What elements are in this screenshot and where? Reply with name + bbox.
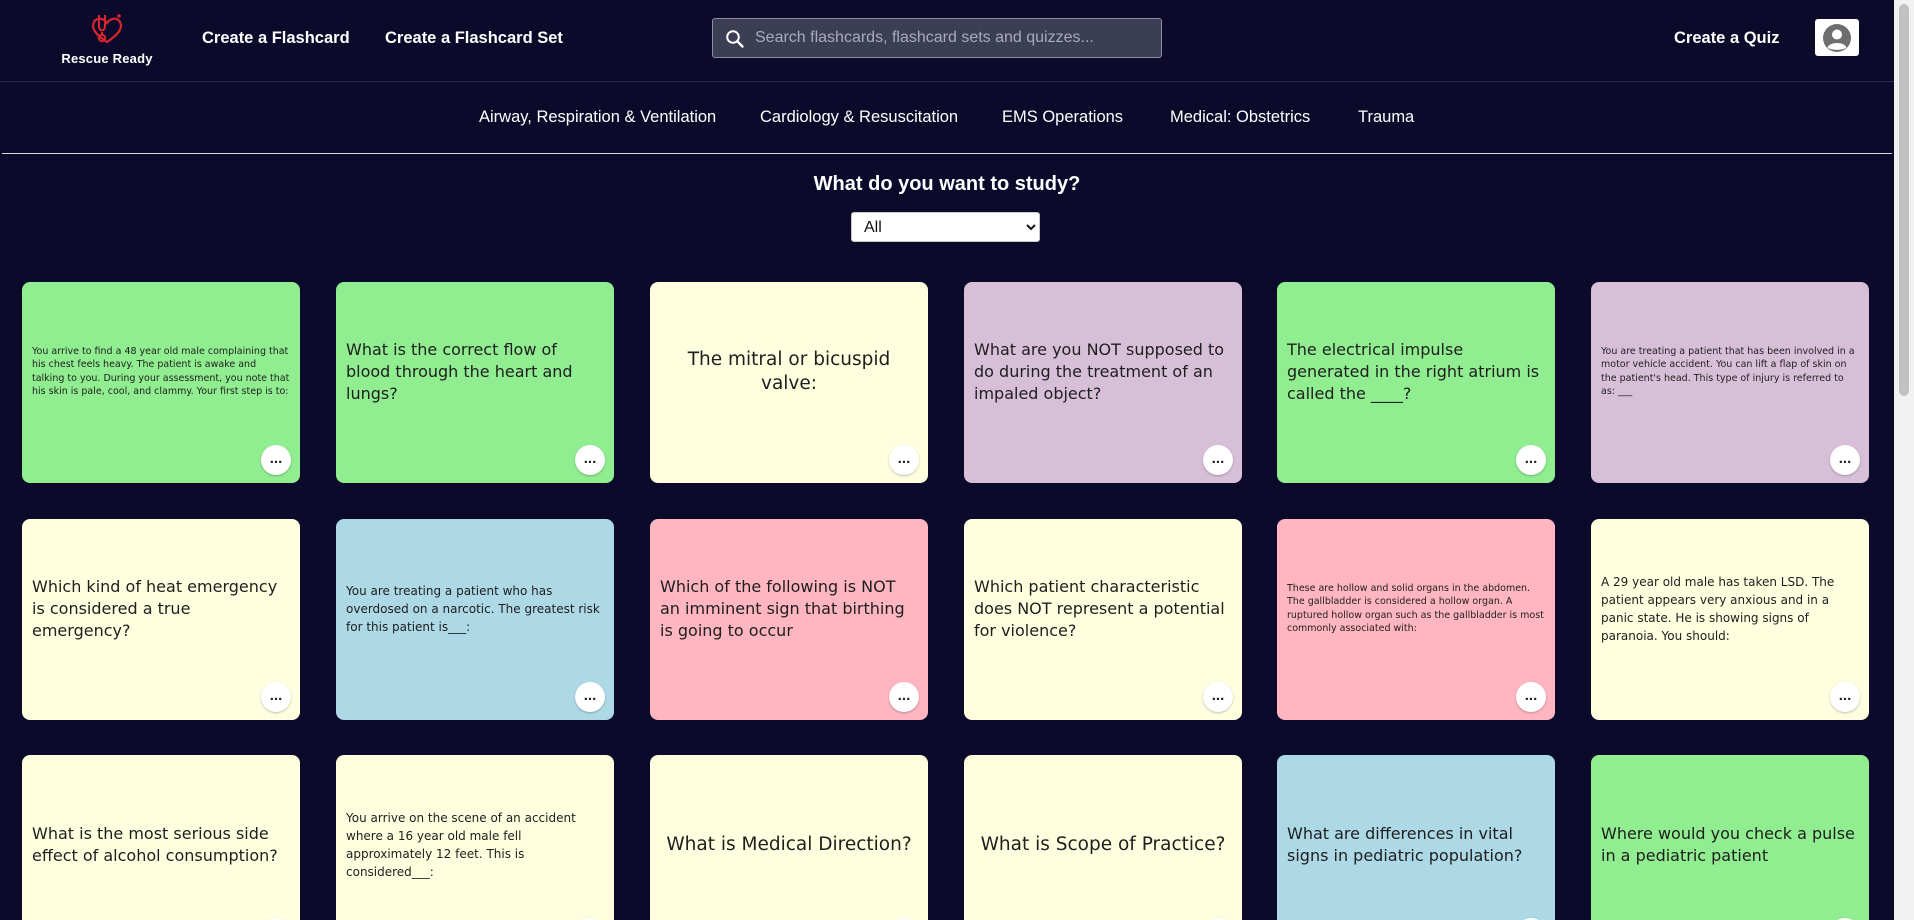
card-more-button[interactable]: ...: [1830, 445, 1860, 475]
top-navbar: Rescue Ready Create a Flashcard Create a…: [0, 0, 1894, 82]
category-ems-operations[interactable]: EMS Operations: [1002, 108, 1123, 127]
flashcard[interactable]: What is the correct flow of blood throug…: [336, 282, 614, 483]
flashcard-text: A 29 year old male has taken LSD. The pa…: [1601, 574, 1835, 643]
flashcard-text: What is Medical Direction?: [666, 833, 912, 855]
flashcard-text: Which patient characteristic does NOT re…: [974, 576, 1225, 640]
flashcard-text: These are hollow and solid organs in the…: [1287, 582, 1544, 635]
flashcard-text: Where would you check a pulse in a pedia…: [1601, 823, 1855, 865]
flashcard[interactable]: What is Medical Direction? ...: [650, 755, 928, 920]
search-icon: [726, 30, 744, 48]
flashcard-text: Which kind of heat emergency is consider…: [32, 576, 278, 640]
stethoscope-heart-icon: [91, 14, 123, 44]
flashcard-text: What is Scope of Practice?: [980, 833, 1226, 855]
flashcard[interactable]: You arrive on the scene of an accident w…: [336, 755, 614, 920]
flashcard-text: You arrive to find a 48 year old male co…: [32, 345, 290, 398]
create-flashcard-link[interactable]: Create a Flashcard: [202, 29, 350, 48]
flashcard[interactable]: You are treating a patient that has been…: [1591, 282, 1869, 483]
user-icon: [1823, 23, 1851, 52]
card-more-button[interactable]: ...: [889, 445, 919, 475]
card-more-button[interactable]: ...: [1203, 445, 1233, 475]
create-quiz-link[interactable]: Create a Quiz: [1674, 29, 1779, 48]
search-bar: [712, 18, 1162, 58]
card-more-button[interactable]: ...: [575, 682, 605, 712]
flashcard[interactable]: You arrive to find a 48 year old male co…: [22, 282, 300, 483]
flashcard[interactable]: Which patient characteristic does NOT re…: [964, 519, 1242, 720]
flashcard[interactable]: The mitral or bicuspid valve: ...: [650, 282, 928, 483]
flashcard-text: You arrive on the scene of an accident w…: [346, 810, 576, 879]
category-cardiology[interactable]: Cardiology & Resuscitation: [760, 108, 958, 127]
category-obstetrics[interactable]: Medical: Obstetrics: [1170, 108, 1310, 127]
card-more-button[interactable]: ...: [1830, 682, 1860, 712]
card-more-button[interactable]: ...: [1516, 445, 1546, 475]
card-more-button[interactable]: ...: [261, 445, 291, 475]
flashcard[interactable]: Which kind of heat emergency is consider…: [22, 519, 300, 720]
flashcard[interactable]: Where would you check a pulse in a pedia…: [1591, 755, 1869, 920]
flashcard[interactable]: What are differences in vital signs in p…: [1277, 755, 1555, 920]
flashcard-text: What are you NOT supposed to do during t…: [974, 339, 1225, 403]
category-bar: Airway, Respiration & Ventilation Cardio…: [2, 82, 1892, 154]
flashcard[interactable]: What is the most serious side effect of …: [22, 755, 300, 920]
card-more-button[interactable]: ...: [1203, 682, 1233, 712]
card-more-button[interactable]: ...: [889, 682, 919, 712]
category-trauma[interactable]: Trauma: [1358, 108, 1414, 127]
page: Rescue Ready Create a Flashcard Create a…: [0, 0, 1914, 920]
flashcard[interactable]: You are treating a patient who has overd…: [336, 519, 614, 720]
flashcard-text: You are treating a patient that has been…: [1601, 345, 1855, 398]
flashcard-text: The mitral or bicuspid valve:: [687, 348, 891, 394]
flashcard-text: You are treating a patient who has overd…: [346, 583, 600, 634]
flashcard-text: What is the most serious side effect of …: [32, 823, 278, 865]
flashcard[interactable]: These are hollow and solid organs in the…: [1277, 519, 1555, 720]
flashcard-text: What is the correct flow of blood throug…: [346, 339, 573, 403]
scrollbar-thumb[interactable]: [1899, 4, 1909, 396]
flashcard-text: Which of the following is NOT an imminen…: [660, 576, 905, 640]
card-more-button[interactable]: ...: [1516, 682, 1546, 712]
flashcard-text: What are differences in vital signs in p…: [1287, 823, 1523, 865]
brand-name: Rescue Ready: [61, 51, 153, 66]
create-flashcard-set-link[interactable]: Create a Flashcard Set: [385, 29, 563, 48]
brand-logo[interactable]: Rescue Ready: [52, 12, 162, 68]
flashcard[interactable]: What is Scope of Practice? ...: [964, 755, 1242, 920]
flashcard-text: The electrical impulse generated in the …: [1287, 339, 1540, 403]
user-avatar-button[interactable]: [1815, 19, 1859, 56]
card-more-button[interactable]: ...: [575, 445, 605, 475]
search-input[interactable]: [755, 19, 1155, 57]
flashcard[interactable]: A 29 year old male has taken LSD. The pa…: [1591, 519, 1869, 720]
category-airway[interactable]: Airway, Respiration & Ventilation: [479, 108, 716, 127]
flashcard[interactable]: What are you NOT supposed to do during t…: [964, 282, 1242, 483]
flashcard[interactable]: The electrical impulse generated in the …: [1277, 282, 1555, 483]
card-more-button[interactable]: ...: [261, 682, 291, 712]
flashcard[interactable]: Which of the following is NOT an imminen…: [650, 519, 928, 720]
study-select[interactable]: All: [851, 212, 1040, 242]
study-heading: What do you want to study?: [813, 173, 1081, 195]
